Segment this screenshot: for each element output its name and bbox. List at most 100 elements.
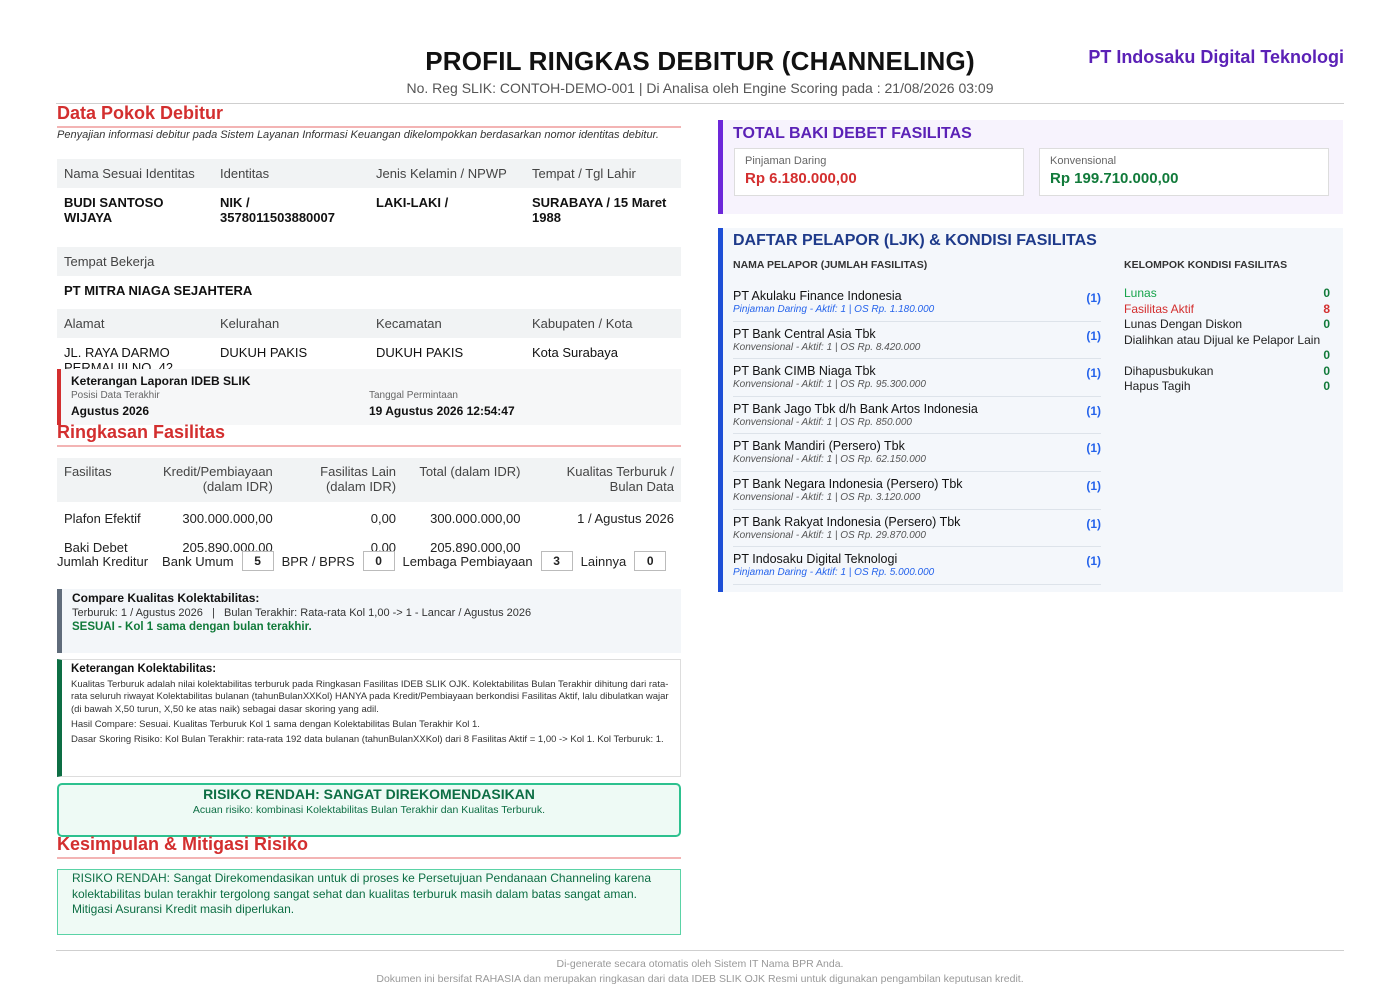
kesimpulan-box: RISIKO RENDAH: Sangat Direkomendasikan u… <box>57 869 681 935</box>
pelapor-detail: Konvensional - Aktif: 1 | OS Rp. 3.120.0… <box>733 491 921 503</box>
baki-konvensional-value: Rp 199.710.000,00 <box>1050 170 1179 187</box>
footer-line-1: Di-generate secara otomatis oleh Sistem … <box>556 958 844 970</box>
baki-pinjaman-label: Pinjaman Daring <box>745 155 827 167</box>
kondisi-item: Fasilitas Aktif 8 <box>1124 302 1330 318</box>
fas-cell: 0,00 <box>370 511 397 526</box>
section-title-ringkasan: Ringkasan Fasilitas <box>57 422 681 447</box>
pelapor-count: (1) <box>1086 403 1101 418</box>
kreditur-label: Bank Umum <box>162 553 234 569</box>
kondisi-item: Lunas 0 <box>1124 286 1330 302</box>
fas-header: Kredit/Pembiayaan (dalam IDR) <box>155 458 280 502</box>
baki-title: TOTAL BAKI DEBET FASILITAS <box>733 125 972 142</box>
pelapor-count: (1) <box>1086 516 1101 531</box>
ideb-posisi-label: Posisi Data Terakhir <box>71 390 160 401</box>
kondisi-list: Lunas 0 Fasilitas Aktif 8 Lunas Dengan Disko… <box>1124 286 1330 395</box>
jumlah-kreditur-row: Jumlah Kreditur Bank Umum 5 BPR / BPRS 0… <box>57 551 687 571</box>
pelapor-name: PT Bank Jago Tbk d/h Bank Artos Indonesi… <box>733 401 978 416</box>
list-item: PT Akulaku Finance Indonesia Pinjaman Dar… <box>733 284 1101 322</box>
keterangan-title: Keterangan Kolektabilitas: <box>71 663 217 675</box>
risk-banner: RISIKO RENDAH: SANGAT DIREKOMENDASIKAN A… <box>57 783 681 837</box>
kreditur-count: 5 <box>241 551 274 571</box>
kondisi-value: 0 <box>1323 317 1330 331</box>
pelapor-detail: Konvensional - Aktif: 1 | OS Rp. 8.420.0… <box>733 341 921 353</box>
section-title-data-pokok: Data Pokok Debitur <box>57 103 681 128</box>
fas-header: Total (dalam IDR) <box>403 458 528 502</box>
label-kelurahan: Kelurahan <box>213 309 369 338</box>
kreditur-count: 0 <box>634 551 667 571</box>
kondisi-label: Dihapusbukukan <box>1124 363 1214 378</box>
value-jenis-kelamin: LAKI-LAKI / <box>369 188 525 247</box>
label-jenis-kelamin: Jenis Kelamin / NPWP <box>369 159 525 188</box>
kondisi-value: 0 <box>1323 363 1330 378</box>
baki-konvensional-label: Konvensional <box>1050 155 1117 167</box>
pelapor-count: (1) <box>1086 328 1101 343</box>
fas-cell: 1 / Agustus 2026 <box>577 511 674 526</box>
pelapor-name: PT Bank Negara Indonesia (Persero) Tbk <box>733 476 963 491</box>
pelapor-name: PT Akulaku Finance Indonesia <box>733 289 902 303</box>
ideb-title: Keterangan Laporan IDEB SLIK <box>71 374 251 388</box>
compare-detail: Terburuk: 1 / Agustus 2026 | Bulan Terak… <box>72 607 532 619</box>
total-baki-debet-box: TOTAL BAKI DEBET FASILITAS Pinjaman Dari… <box>718 120 1343 214</box>
pelapor-detail: Pinjaman Daring - Aktif: 1 | OS Rp. 5.00… <box>733 567 935 579</box>
kondisi-item: Dialihkan atau Dijual ke Pelapor Lain 0 <box>1124 333 1330 364</box>
kondisi-value: 8 <box>1323 301 1330 316</box>
data-pokok-note: Penyajian informasi debitur pada Sistem … <box>57 129 659 141</box>
compare-result: SESUAI - Kol 1 sama dengan bulan terakhi… <box>72 621 312 633</box>
pelapor-name: PT Bank CIMB Niaga Tbk <box>733 364 876 379</box>
kreditur-count: 3 <box>540 551 573 571</box>
debitur-info-table: Nama Sesuai Identitas Identitas Jenis Ke… <box>57 159 681 385</box>
pelapor-detail: Konvensional - Aktif: 1 | OS Rp. 850.000 <box>733 416 912 428</box>
list-item: PT Bank Jago Tbk d/h Bank Artos Indonesi… <box>733 397 1101 435</box>
value-tempat-bekerja: PT MITRA NIAGA SEJAHTERA <box>57 276 681 309</box>
ideb-posisi-value: Agustus 2026 <box>71 404 150 418</box>
compare-kolektabilitas-box: Compare Kualitas Kolektabilitas: Terburu… <box>57 589 681 653</box>
kreditur-label: Lembaga Pembiayaan <box>402 553 533 569</box>
kondisi-label: Lunas <box>1124 286 1157 300</box>
pelapor-count: (1) <box>1086 478 1101 493</box>
footer-line-2: Dokumen ini bersifat RAHASIA dan merupak… <box>376 973 1024 985</box>
baki-card-konvensional: Konvensional Rp 199.710.000,00 <box>1039 148 1329 196</box>
pelapor-count: (1) <box>1086 554 1101 569</box>
label-kabupaten: Kabupaten / Kota <box>525 309 681 338</box>
fas-cell: Plafon Efektif <box>64 511 141 526</box>
pelapor-name: PT Bank Central Asia Tbk <box>733 326 876 341</box>
ideb-tanggal-value: 19 Agustus 2026 12:54:47 <box>369 404 515 418</box>
ideb-info-box: Keterangan Laporan IDEB SLIK Posisi Data… <box>57 369 681 425</box>
baki-pinjaman-value: Rp 6.180.000,00 <box>745 170 857 187</box>
risk-title: RISIKO RENDAH: SANGAT DIREKOMENDASIKAN <box>203 786 535 802</box>
fas-cell: 300.000.000,00 <box>182 511 273 526</box>
daftar-pelapor-box: DAFTAR PELAPOR (LJK) & KONDISI FASILITAS… <box>718 228 1343 592</box>
keterangan-paragraph: Dasar Skoring Risiko: Kol Bulan Terakhir… <box>71 733 664 745</box>
pelapor-name: PT Indosaku Digital Teknologi <box>733 552 898 567</box>
kondisi-label: Dialihkan atau Dijual ke Pelapor Lain <box>1124 332 1321 347</box>
label-tempat-bekerja: Tempat Bekerja <box>57 247 681 276</box>
list-item: PT Bank Mandiri (Persero) Tbk Konvensiona… <box>733 434 1101 472</box>
pelapor-count: (1) <box>1086 366 1101 381</box>
section-title-kesimpulan: Kesimpulan & Mitigasi Risiko <box>57 834 681 859</box>
kondisi-label: Lunas Dengan Diskon <box>1124 317 1243 331</box>
list-item: PT Bank CIMB Niaga Tbk Konvensional - Akt… <box>733 359 1101 397</box>
pelapor-detail: Pinjaman Daring - Aktif: 1 | OS Rp. 1.18… <box>733 304 935 315</box>
value-identitas: NIK / 3578011503880007 <box>213 188 369 247</box>
kondisi-value: 0 <box>1323 286 1330 300</box>
kondisi-item: Hapus Tagih 0 <box>1124 379 1330 395</box>
pelapor-title: DAFTAR PELAPOR (LJK) & KONDISI FASILITAS <box>733 232 1097 249</box>
footer-divider <box>56 950 1344 951</box>
value-ttl: SURABAYA / 15 Maret 1988 <box>525 188 681 247</box>
compare-title: Compare Kualitas Kolektabilitas: <box>72 591 260 605</box>
label-identitas: Identitas <box>213 159 369 188</box>
pelapor-name: PT Bank Rakyat Indonesia (Persero) Tbk <box>733 514 961 529</box>
kondisi-item: Dihapusbukukan 0 <box>1124 364 1330 380</box>
pelapor-count: (1) <box>1086 441 1101 456</box>
fas-header: Fasilitas <box>57 458 156 502</box>
pelapor-list: PT Akulaku Finance Indonesia Pinjaman Dar… <box>733 284 1101 585</box>
page-subtitle: No. Reg SLIK: CONTOH-DEMO-001 | Di Anali… <box>406 80 994 96</box>
value-nama: BUDI SANTOSO WIJAYA <box>57 188 213 247</box>
pelapor-detail: Konvensional - Aktif: 1 | OS Rp. 62.150.… <box>733 454 926 466</box>
pelapor-count: (1) <box>1086 291 1101 305</box>
pelapor-list-header: NAMA PELAPOR (JUMLAH FASILITAS) <box>733 259 928 271</box>
pelapor-name: PT Bank Mandiri (Persero) Tbk <box>733 439 905 454</box>
label-nama: Nama Sesuai Identitas <box>57 159 213 188</box>
keterangan-paragraph: Kualitas Terburuk adalah nilai kolektabi… <box>71 678 669 716</box>
list-item: PT Bank Negara Indonesia (Persero) Tbk Ko… <box>733 472 1101 510</box>
